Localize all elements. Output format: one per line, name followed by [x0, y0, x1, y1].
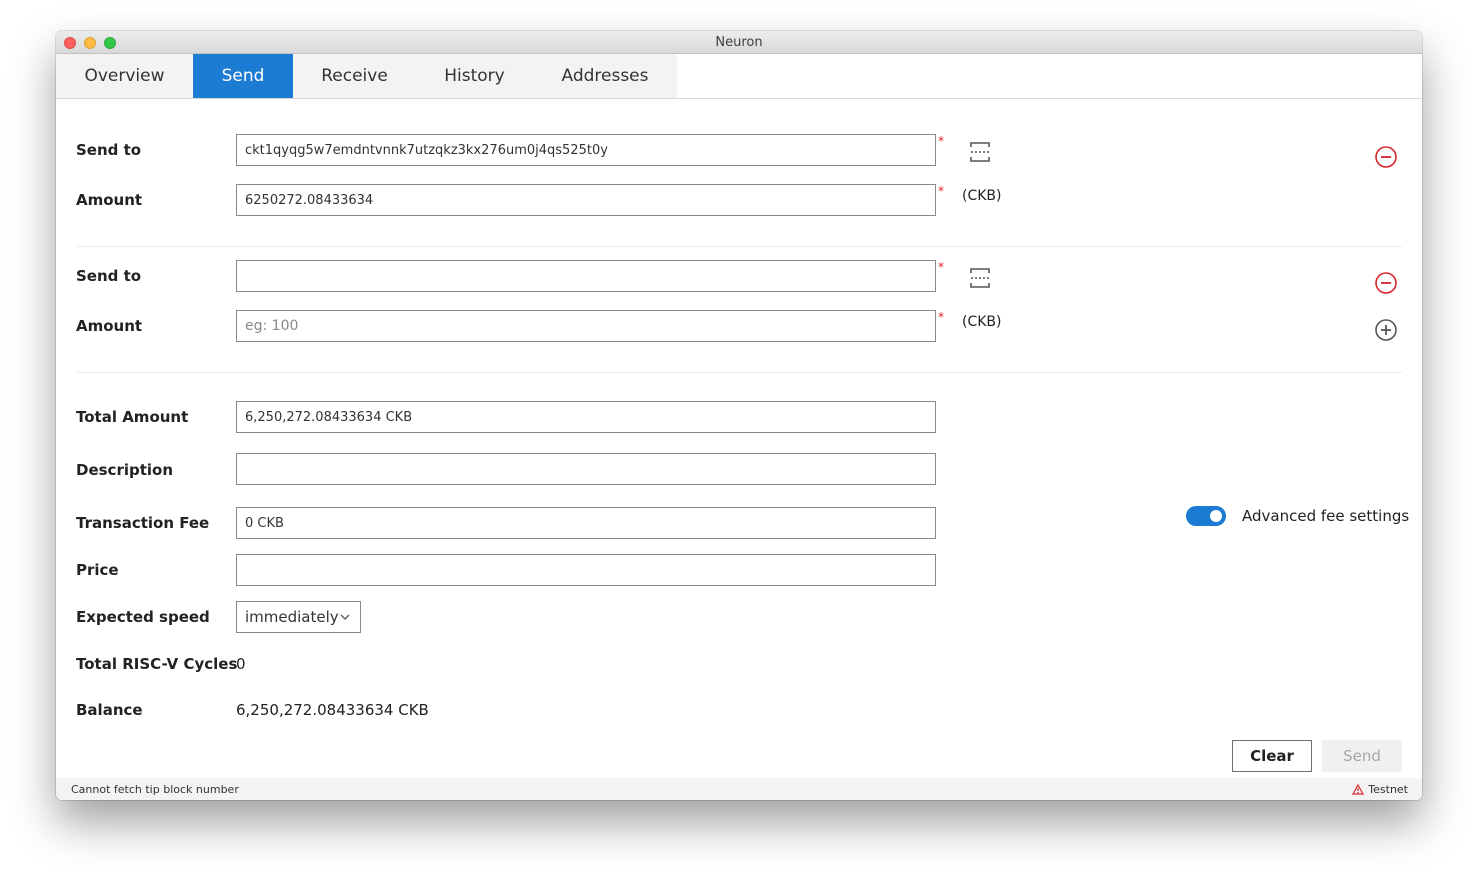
tab-send[interactable]: Send	[193, 54, 293, 98]
divider	[76, 246, 1402, 247]
title-bar: Neuron	[56, 31, 1422, 54]
add-circle-icon[interactable]	[1374, 318, 1398, 342]
window-title: Neuron	[715, 35, 763, 50]
required-marker: *	[938, 134, 944, 148]
price-label: Price	[76, 561, 119, 579]
remove-circle-icon[interactable]	[1374, 271, 1398, 295]
tab-overview[interactable]: Overview	[56, 54, 193, 98]
send-to-address-input[interactable]	[236, 134, 936, 166]
chevron-down-icon	[340, 614, 350, 620]
clear-button[interactable]: Clear	[1232, 740, 1312, 772]
required-marker: *	[938, 310, 944, 324]
amount-unit: (CKB)	[962, 188, 1002, 204]
total-amount-label: Total Amount	[76, 408, 189, 426]
send-to-label: Send to	[76, 141, 142, 159]
description-label: Description	[76, 461, 174, 479]
tab-history[interactable]: History	[416, 54, 533, 98]
tab-receive[interactable]: Receive	[293, 54, 416, 98]
required-marker: *	[938, 184, 944, 198]
balance-value: 6,250,272.08433634 CKB	[236, 701, 429, 719]
amount-unit: (CKB)	[962, 314, 1002, 330]
status-message: Cannot fetch tip block number	[71, 783, 239, 796]
toggle-knob	[1210, 510, 1222, 522]
transaction-fee-label: Transaction Fee	[76, 514, 210, 532]
tab-addresses[interactable]: Addresses	[533, 54, 677, 98]
amount-input[interactable]	[236, 310, 936, 342]
network-indicator: Testnet	[1352, 783, 1408, 796]
expected-speed-value: immediately	[245, 608, 339, 626]
app-window: Neuron Overview Send Receive History Add…	[56, 31, 1422, 800]
required-marker: *	[938, 260, 944, 274]
warning-triangle-icon	[1352, 784, 1365, 795]
cycles-label: Total RISC-V Cycles	[76, 655, 238, 673]
send-to-label: Send to	[76, 267, 142, 285]
total-amount-field	[236, 401, 936, 433]
transaction-fee-field	[236, 507, 936, 539]
expected-speed-select[interactable]: immediately	[236, 601, 361, 633]
send-to-address-input[interactable]	[236, 260, 936, 292]
description-input[interactable]	[236, 453, 936, 485]
balance-label: Balance	[76, 701, 143, 719]
expected-speed-label: Expected speed	[76, 608, 210, 626]
qr-scan-icon[interactable]	[968, 140, 992, 164]
advanced-fee-toggle[interactable]	[1186, 506, 1226, 526]
status-bar: Cannot fetch tip block number Testnet	[56, 778, 1422, 800]
remove-circle-icon[interactable]	[1374, 145, 1398, 169]
tabs: Overview Send Receive History Addresses	[56, 54, 677, 98]
network-name: Testnet	[1368, 783, 1408, 796]
amount-label: Amount	[76, 317, 143, 335]
divider	[76, 372, 1402, 373]
send-button[interactable]: Send	[1322, 740, 1402, 772]
amount-input[interactable]	[236, 184, 936, 216]
advanced-fee-label: Advanced fee settings	[1242, 507, 1410, 525]
price-input[interactable]	[236, 554, 936, 586]
tab-bar: Overview Send Receive History Addresses	[56, 54, 1422, 99]
cycles-value: 0	[236, 655, 246, 673]
amount-label: Amount	[76, 191, 143, 209]
qr-scan-icon[interactable]	[968, 266, 992, 290]
